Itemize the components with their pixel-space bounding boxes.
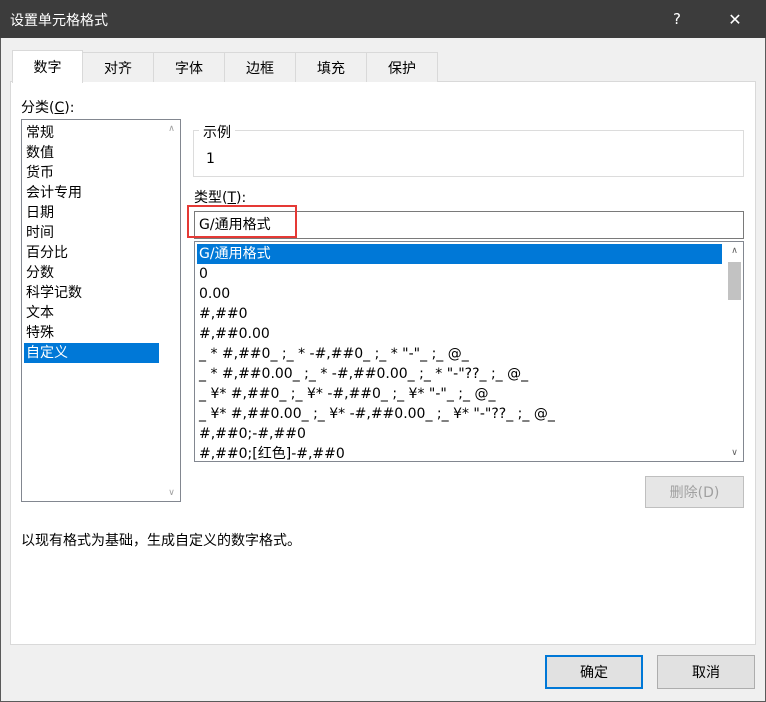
format-item[interactable]: #,##0;-#,##0: [197, 424, 722, 444]
description-text: 以现有格式为基础，生成自定义的数字格式。: [21, 533, 301, 549]
sample-value: 1: [206, 151, 215, 167]
scroll-down-icon[interactable]: ∨: [163, 484, 180, 501]
tab-fill[interactable]: 填充: [295, 52, 367, 82]
annotation-highlight: [187, 205, 297, 238]
category-item[interactable]: 文本: [24, 303, 159, 323]
category-scrollbar[interactable]: ∧ ∨: [163, 120, 180, 501]
scroll-up-icon[interactable]: ∧: [163, 120, 180, 137]
tab-alignment[interactable]: 对齐: [82, 52, 154, 82]
category-item[interactable]: 百分比: [24, 243, 159, 263]
scroll-up-icon[interactable]: ∧: [726, 242, 743, 259]
format-item[interactable]: _ * #,##0.00_ ;_ * -#,##0.00_ ;_ * "-"??…: [197, 364, 722, 384]
category-item[interactable]: 时间: [24, 223, 159, 243]
tab-protection[interactable]: 保护: [366, 52, 438, 82]
format-item[interactable]: 0.00: [197, 284, 722, 304]
category-item[interactable]: 数值: [24, 143, 159, 163]
category-item[interactable]: 常规: [24, 123, 159, 143]
format-scrollbar[interactable]: ∧ ∨: [726, 242, 743, 461]
format-item[interactable]: 0: [197, 264, 722, 284]
format-item[interactable]: #,##0: [197, 304, 722, 324]
tab-border[interactable]: 边框: [224, 52, 296, 82]
sample-title: 示例: [199, 122, 235, 142]
ok-button[interactable]: 确定: [545, 655, 643, 689]
type-label: 类型(T):: [194, 190, 247, 206]
category-item[interactable]: 科学记数: [24, 283, 159, 303]
category-label: 分类(C):: [21, 100, 75, 116]
cancel-button[interactable]: 取消: [657, 655, 755, 689]
title-bar: 设置单元格格式 ? ✕: [0, 0, 766, 38]
category-item[interactable]: 货币: [24, 163, 159, 183]
category-item[interactable]: 日期: [24, 203, 159, 223]
format-list[interactable]: G/通用格式 0 0.00 #,##0 #,##0.00 _ * #,##0_ …: [194, 241, 744, 462]
category-item-selected[interactable]: 自定义: [24, 343, 159, 363]
tab-number[interactable]: 数字: [12, 50, 83, 83]
format-item[interactable]: _ * #,##0_ ;_ * -#,##0_ ;_ * "-"_ ;_ @_: [197, 344, 722, 364]
format-item[interactable]: #,##0;[红色]-#,##0: [197, 444, 722, 461]
format-item[interactable]: #,##0.00: [197, 324, 722, 344]
close-button[interactable]: ✕: [712, 0, 758, 38]
help-button[interactable]: ?: [654, 0, 700, 38]
scroll-thumb[interactable]: [728, 262, 741, 300]
dialog-title: 设置单元格格式: [10, 13, 108, 29]
category-list[interactable]: 常规 数值 货币 会计专用 日期 时间 百分比 分数 科学记数 文本 特殊 自定…: [21, 119, 181, 502]
format-item[interactable]: _ ¥* #,##0.00_ ;_ ¥* -#,##0.00_ ;_ ¥* "-…: [197, 404, 722, 424]
category-item[interactable]: 特殊: [24, 323, 159, 343]
delete-button[interactable]: 删除(D): [645, 476, 744, 508]
sample-group: [193, 130, 744, 177]
category-item[interactable]: 分数: [24, 263, 159, 283]
format-item-selected[interactable]: G/通用格式: [197, 244, 722, 264]
tab-font[interactable]: 字体: [153, 52, 225, 82]
category-item[interactable]: 会计专用: [24, 183, 159, 203]
scroll-down-icon[interactable]: ∨: [726, 444, 743, 461]
format-item[interactable]: _ ¥* #,##0_ ;_ ¥* -#,##0_ ;_ ¥* "-"_ ;_ …: [197, 384, 722, 404]
